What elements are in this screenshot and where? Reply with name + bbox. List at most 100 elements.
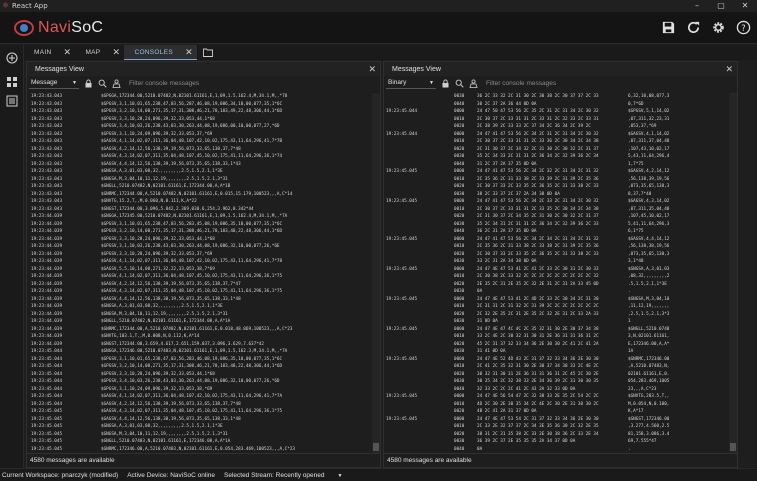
clear-icon[interactable] <box>469 78 478 88</box>
hex-offset: 0010 <box>454 304 465 309</box>
hex-offset: 0040 <box>454 101 465 107</box>
hex-offset: 0000 <box>454 109 465 114</box>
hex-bytes: 30 35 34 2C 32 38 33 2E 34 36 39 2C 31 3… <box>477 379 599 384</box>
hex-bytes: 24 47 41 47 53 56 2C 34 2C 31 2C 31 34 2… <box>477 131 599 137</box>
log-message: $GNGST,172344.00,3.659,4.617,2.651,159.0… <box>101 341 264 347</box>
log-row: 19:23:43.043 $GNGST,172344.00,3.096,5.842… <box>27 206 372 214</box>
maximize-button[interactable]: ▢ <box>709 0 733 12</box>
search-icon[interactable] <box>98 79 107 88</box>
log-row: 19:23:45.044 $GPGSV,3,1,10,01,65,238,47,0… <box>27 356 372 364</box>
tab-close-icon[interactable]: ✕ <box>63 47 72 58</box>
add-circle-icon[interactable] <box>6 52 18 64</box>
hex-row: 0030 30 35 34 2C 32 38 33 2E 34 36 39 2C … <box>384 378 729 386</box>
log-message: $GPGSV,3,1,10,24,09,096,39,32,33,053,38,… <box>101 386 213 392</box>
hex-ascii: . <box>628 446 631 452</box>
hex-timestamp: 19:23:45.044 <box>386 131 418 137</box>
hex-bytes: 24 47 4E 52 4D 43 2C 31 37 32 33 34 36 2… <box>477 356 599 362</box>
log-row: 19:23:44.039 $GPGSV,3,3,10,28,24,096,39,3… <box>27 251 372 259</box>
hex-offset: 0030 <box>454 94 465 99</box>
hex-offset: 0040 <box>454 386 465 392</box>
close-window-button[interactable]: ✕ <box>733 0 757 12</box>
log-timestamp: 19:23:44.039 <box>31 289 63 294</box>
log-timestamp: 19:23:45.044 <box>31 349 63 354</box>
tab-close-icon[interactable]: ✕ <box>185 47 193 58</box>
log-timestamp: 19:23:44.039 <box>31 251 63 257</box>
log-message: $GPGSV,3,1,10,03,26,238,43,03,30,263,44,… <box>101 244 280 249</box>
log-row: 19:23:45.045 $GAGSV,4,3,14,02,07,311,35,0… <box>27 408 372 416</box>
log-row: 19:23:44.039 $GAGSV,5,5,10,14,08,271,32,2… <box>27 266 372 274</box>
hex-row: 0020 2C 30 37 33 2C 33 35 2C 36 35 2C 31 … <box>384 251 729 259</box>
close-panel-icon[interactable]: ✕ <box>725 64 733 75</box>
hex-offset: 0030 <box>454 154 465 159</box>
filter-input[interactable] <box>129 79 329 87</box>
log-row: 19:23:43.043 $GNRMC,172344.00,A,5210.0748… <box>27 191 372 199</box>
new-tab-folder-icon[interactable] <box>203 48 215 58</box>
hex-offset: 0020 <box>454 124 465 129</box>
hex-offset: 0000 <box>454 169 465 174</box>
log-timestamp: 19:23:44.039 <box>31 341 63 347</box>
tab-bar: MAIN ✕ MAP ✕ CONSOLES ✕ <box>24 45 757 60</box>
log-timestamp: 19:23:43.043 <box>31 139 63 144</box>
hex-bytes: 30 32 31 30 31 2E 36 31 31 36 31 2C 45 2… <box>477 371 599 377</box>
grid-icon[interactable] <box>6 76 18 88</box>
hex-offset: 0020 <box>454 409 465 414</box>
log-row: 19:23:45.044 $GPGSV,3,4,10,03,26,238,43,0… <box>27 378 372 386</box>
hex-ascii: 054,283.469,1005 <box>628 379 670 384</box>
hex-bytes: 4D 2C 30 2E 30 35 34 2C 4E 2C 30 2E 31 3… <box>477 401 599 407</box>
log-row: 19:23:44.039 $GPGSV,3,3,10,28,24,096,39,3… <box>27 236 372 244</box>
search-icon[interactable] <box>455 79 464 88</box>
svg-text:?: ? <box>741 23 745 33</box>
mode-select[interactable]: Message ▼ <box>29 78 79 89</box>
chevron-down-icon: ▼ <box>337 472 343 479</box>
clear-icon[interactable] <box>112 78 121 88</box>
scrollbar-thumb[interactable] <box>730 443 736 451</box>
log-row: 19:23:45.044 $GNGGA,172346.00,5210.07483,… <box>27 348 372 356</box>
hex-timestamp: 19:23:45.045 <box>386 356 418 362</box>
scrollbar[interactable] <box>729 93 737 453</box>
log-message: $GPGSV,3,4,10,03,26,238,43,03,30,263,44,… <box>101 124 280 129</box>
save-icon[interactable] <box>661 20 676 35</box>
panel-title-bar: Messages View ✕ <box>384 62 737 76</box>
messages-view-panel-left: Messages View ✕ Message▼ 19:23:43.043 $GP… <box>26 61 381 468</box>
hex-row: 0030 35 2C 34 31 2C 31 31 2C 36 34 2C 32 … <box>384 221 729 229</box>
mode-select[interactable]: Binary ▼ <box>386 78 436 89</box>
lock-icon[interactable] <box>441 79 450 88</box>
refresh-icon[interactable] <box>686 20 701 35</box>
tab-main[interactable]: MAIN ✕ <box>24 45 75 60</box>
chevron-down-icon: ▼ <box>429 79 434 86</box>
tab-map[interactable]: MAP ✕ <box>75 45 124 60</box>
minimize-button[interactable]: – <box>685 0 709 12</box>
tab-close-icon[interactable]: ✕ <box>112 47 121 58</box>
log-message: $GAGSV,4,2,14,12,56,138,39,19,56,073,33,… <box>101 401 241 407</box>
lock-icon[interactable] <box>84 79 93 88</box>
log-message: $GPGSV,3,4,10,03,26,238,43,03,30,263,44,… <box>101 379 280 384</box>
list-icon[interactable] <box>6 95 18 107</box>
log-message: $GPGSV,3,1,10,01,65,238,47,03,56,287,46,… <box>101 101 283 107</box>
log-timestamp: 19:23:44.039 <box>31 266 63 272</box>
tab-consoles[interactable]: CONSOLES ✕ <box>124 45 197 60</box>
hex-ascii: 02101.61161,E,0. <box>628 371 670 377</box>
log-row: 19:23:43.043 $GPGGA,172344.00,5210.07482,… <box>27 93 372 101</box>
hex-offset: 0030 <box>454 319 465 324</box>
hex-bytes: 2C 35 36 2C 31 33 38 2C 33 39 2C 31 39 2… <box>477 176 599 182</box>
hex-bytes: 35 2C 34 33 2C 31 31 2C 36 34 2C 32 39 3… <box>477 154 599 159</box>
log-row: 19:23:45.045 $GNRMC,172346.00,A,5210.0748… <box>27 446 372 454</box>
hex-row: 0020 2C 32 2E 35 2C 31 2E 35 2C 32 2E 31 … <box>384 311 729 319</box>
hex-offset: 0020 <box>454 281 465 287</box>
filter-input[interactable] <box>486 79 686 87</box>
stream-select[interactable]: Selected Stream: Recently opened ▼ <box>224 472 351 479</box>
panel-title: Messages View <box>392 65 441 73</box>
help-icon[interactable]: ? <box>736 20 751 35</box>
settings-gear-icon[interactable] <box>711 20 726 35</box>
log-timestamp: 19:23:45.044 <box>31 356 63 362</box>
close-panel-icon[interactable]: ✕ <box>368 64 376 75</box>
log-timestamp: 19:23:44.039 <box>31 244 63 249</box>
scrollbar[interactable] <box>372 93 380 453</box>
hex-ascii: $GNVTG,283.5,T,, <box>628 394 670 399</box>
chevron-down-icon: ▼ <box>72 79 77 86</box>
log-message: $GNRMC,172344.00,A,5210.07482,N,02101.61… <box>101 191 293 197</box>
scrollbar-thumb[interactable] <box>373 443 379 451</box>
hex-offset: 0030 <box>454 191 465 197</box>
log-timestamp: 19:23:45.044 <box>31 386 63 392</box>
hex-timestamp: 19:23:45.045 <box>386 326 418 332</box>
